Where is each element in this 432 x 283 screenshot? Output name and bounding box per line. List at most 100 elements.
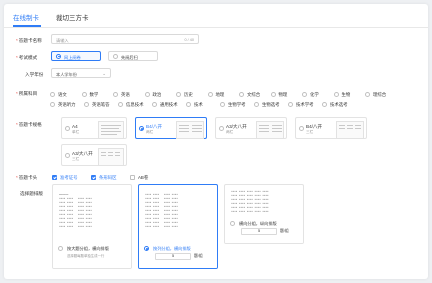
layout-by-column-radio[interactable] <box>144 246 149 251</box>
admission-number-checkbox[interactable] <box>52 175 57 180</box>
ab-paper-checkbox[interactable] <box>130 175 135 180</box>
layout-horizontal-group-preview: ▪▪▪▪ ▪▪▪▪ ▪▪▪▪ ▪▪▪▪ ▪▪▪▪ ▪▪▪▪ ▪▪▪▪ ▪▪▪▪ … <box>231 190 269 213</box>
paper-a3-two-col-sub: 两栏 <box>226 130 234 134</box>
mode-scan-label: 先阅后扫 <box>121 54 138 60</box>
layout-horizontal-group-stepper[interactable]: 5 <box>241 228 277 235</box>
layout-by-column-caption: 按列分组，横向排版 <box>153 246 191 251</box>
layout-by-question-preview: ▬▬▬▬▬▬ ▪▪▪▪ ▪▪▪▪ ▪▪▪▪ ▪▪▪▪ ▪▪▪▪ ▪▪▪▪ ▪▪▪… <box>59 193 92 228</box>
subject-radio[interactable] <box>207 92 213 97</box>
subject-radio[interactable] <box>302 92 307 97</box>
paper-option-a4[interactable]: A4 单栏 <box>61 117 127 139</box>
subject-option-label: 生物学考 <box>228 102 246 107</box>
tab-third-party-card[interactable]: 裁切三方卡 <box>56 12 89 22</box>
subject-label: *所属科目 <box>16 91 38 96</box>
mode-online-radio[interactable] <box>56 53 61 59</box>
layout-horizontal-group-radio[interactable] <box>230 221 235 226</box>
mode-label: *考试模式 <box>16 55 38 60</box>
paper-a3-two-col-radio[interactable] <box>219 126 224 131</box>
subject-option-label: 地理 <box>215 92 225 97</box>
layout-horizontal-group-caption: 横向分组，纵向排版 <box>239 221 277 226</box>
subject-option-label: 理综合 <box>373 92 387 97</box>
subject-option-label: 生物 <box>341 92 351 97</box>
subject-radio[interactable] <box>84 102 89 107</box>
layout-option-by-question[interactable]: ▬▬▬▬▬▬ ▪▪▪▪ ▪▪▪▪ ▪▪▪▪ ▪▪▪▪ ▪▪▪▪ ▪▪▪▪ ▪▪▪… <box>52 184 132 269</box>
layout-by-question-caption: 按大题分组，横向排版 <box>67 246 109 251</box>
layout-by-question-note: 选择题每题单独生成一行 <box>67 254 105 258</box>
paper-b4-three-col-radio[interactable] <box>299 126 304 131</box>
paper-b4-three-col-preview <box>336 121 364 139</box>
mode-scan-radio[interactable] <box>113 53 118 59</box>
tab-online-card[interactable]: 在线制卡 <box>13 12 39 22</box>
layout-by-column-preview: ▪▪▪▪ ▪▪▪▪ ▪▪▪▪ ▪▪▪▪ ▪▪▪▪ ▪▪▪▪ ▪▪▪▪ ▪▪▪▪ … <box>145 193 178 228</box>
paper-a4-radio[interactable] <box>65 126 70 131</box>
subject-radio[interactable] <box>220 102 225 107</box>
subject-radio[interactable] <box>118 102 123 107</box>
paper-option-b4-three-col[interactable]: B4/八开 三栏 <box>295 117 367 139</box>
layout-label: 选择题排版 <box>20 191 43 196</box>
subject-radio[interactable] <box>186 102 191 107</box>
paper-b4-two-col-sub: 两栏 <box>146 130 154 134</box>
subject-radio[interactable] <box>176 92 181 97</box>
paper-a4-preview <box>98 121 124 139</box>
subject-radio[interactable] <box>288 102 293 107</box>
subject-radio[interactable] <box>50 102 55 107</box>
subject-option-label: 历史 <box>184 92 193 97</box>
paper-a3-three-col-radio[interactable] <box>65 153 70 158</box>
layout-horizontal-group-unit: 题/组 <box>280 229 289 233</box>
subject-radio[interactable] <box>81 92 87 97</box>
subject-radio[interactable] <box>152 102 157 107</box>
paper-option-a3-three-col[interactable]: A3/大八开 三栏 <box>61 144 127 166</box>
grade-select[interactable]: 本人学年份 ⌄ <box>51 68 111 78</box>
subject-radio[interactable] <box>333 92 339 97</box>
subject-option-label: 语文 <box>58 92 67 97</box>
header-label: *答题卡头 <box>16 175 38 180</box>
layout-by-question-radio[interactable] <box>58 246 63 251</box>
mode-option-online[interactable]: 网上阅卷 <box>51 51 101 61</box>
subject-radio[interactable] <box>322 102 327 107</box>
subject-option-label: 文综合 <box>247 92 261 97</box>
paper-b4-three-col-sub: 三栏 <box>306 130 314 134</box>
subject-radio[interactable] <box>254 102 259 107</box>
tab-bar: 在线制卡 裁切三方卡 <box>4 4 428 28</box>
layout-option-by-column[interactable]: ▪▪▪▪ ▪▪▪▪ ▪▪▪▪ ▪▪▪▪ ▪▪▪▪ ▪▪▪▪ ▪▪▪▪ ▪▪▪▪ … <box>138 184 218 269</box>
subject-option-label: 政治 <box>152 92 162 97</box>
paper-option-a3-two-col[interactable]: A3/大八开 两栏 <box>215 117 287 139</box>
subject-option-label: 技术 <box>194 102 203 107</box>
chevron-down-icon: ⌄ <box>102 70 106 76</box>
card-editor-panel: 在线制卡 裁切三方卡 *答题卡名称 请输入 0 / 40 *考试模式 网上阅卷 … <box>4 4 428 279</box>
subject-option-label: 数学 <box>89 92 99 97</box>
card-name-input[interactable]: 请输入 0 / 40 <box>51 34 199 44</box>
layout-by-column-unit: 题/组 <box>194 254 203 258</box>
grade-label: 入学年份 <box>25 72 44 77</box>
subject-option-label: 英语笔答 <box>92 102 110 107</box>
paper-a4-name: A4 <box>72 124 78 129</box>
subject-option-label: 英语 <box>121 92 130 97</box>
paper-a3-two-col-preview <box>256 121 284 139</box>
subject-radio[interactable] <box>239 92 244 97</box>
barcode-label: 条形码区 <box>99 175 117 180</box>
subject-option-label: 化学 <box>310 92 319 97</box>
subject-option-label: 信息技术 <box>126 102 144 107</box>
subject-radio[interactable] <box>270 92 276 97</box>
paper-a3-three-col-preview <box>98 148 124 166</box>
subject-radio[interactable] <box>365 92 370 97</box>
paper-b4-two-col-radio[interactable] <box>139 126 144 131</box>
name-label: *答题卡名称 <box>16 38 42 43</box>
paper-label: *答题卡规格 <box>16 122 42 127</box>
mode-option-scan[interactable]: 先阅后扫 <box>108 51 158 61</box>
paper-a3-three-col-sub: 三栏 <box>72 157 80 161</box>
ab-paper-label: AB卷 <box>138 175 149 180</box>
subject-radio[interactable] <box>144 92 150 97</box>
barcode-checkbox[interactable] <box>91 175 96 180</box>
subject-option-label: 技术学考 <box>296 102 314 107</box>
admission-number-label: 准考证号 <box>60 175 78 180</box>
grade-select-value: 本人学年份 <box>56 71 77 77</box>
subject-radio[interactable] <box>113 92 118 97</box>
active-tab-indicator <box>13 25 41 27</box>
layout-by-column-stepper[interactable]: 5 <box>155 253 191 260</box>
subject-option-label: 技术选考 <box>330 102 348 107</box>
paper-option-b4-two-col[interactable]: B4/八开 两栏 <box>135 117 207 139</box>
layout-option-horizontal-group[interactable]: ▪▪▪▪ ▪▪▪▪ ▪▪▪▪ ▪▪▪▪ ▪▪▪▪ ▪▪▪▪ ▪▪▪▪ ▪▪▪▪ … <box>224 184 304 244</box>
subject-radio[interactable] <box>50 92 55 97</box>
subject-option-label: 生物选考 <box>262 102 280 107</box>
